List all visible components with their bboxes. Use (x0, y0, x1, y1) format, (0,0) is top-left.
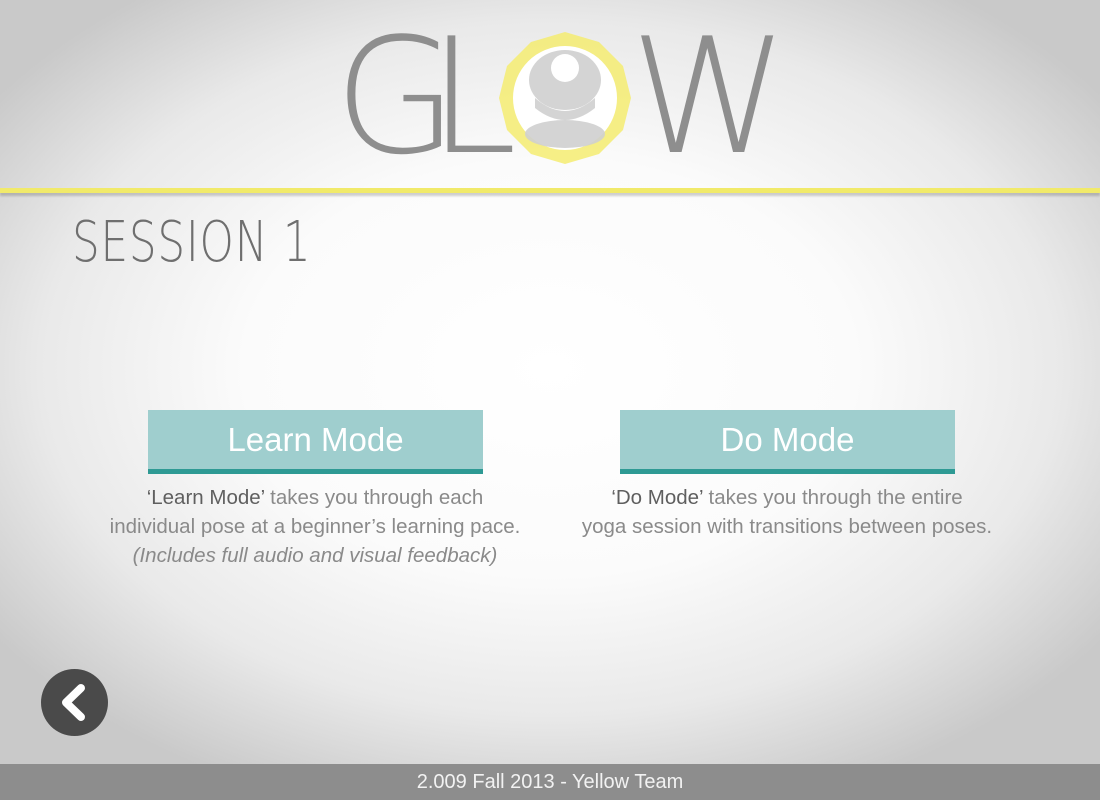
do-mode-desc-text: takes you through the entire (702, 486, 963, 509)
do-mode-desc-quote: ‘Do Mode’ (611, 486, 703, 509)
back-button[interactable] (41, 669, 108, 736)
learn-mode-desc-text: takes you through each (264, 486, 484, 509)
learn-mode-desc-note: (Includes full audio and visual feedback… (132, 544, 498, 567)
page-title: SESSION 1 (72, 210, 312, 275)
meditation-icon (499, 32, 631, 164)
header-divider (0, 188, 1100, 193)
chevron-left-icon (62, 684, 85, 721)
logo-letter-w: W (630, 3, 789, 190)
footer-text: 2.009 Fall 2013 - Yellow Team (416, 771, 684, 793)
do-mode-description: ‘Do Mode’ takes you through the entire y… (572, 483, 1002, 541)
do-mode-button[interactable]: Do Mode (620, 410, 955, 474)
app-logo: G L W (330, 17, 788, 177)
learn-mode-button[interactable]: Learn Mode (148, 410, 483, 474)
learn-mode-desc-line2: individual pose at a beginner’s learning… (109, 515, 521, 538)
learn-mode-description: ‘Learn Mode’ takes you through each indi… (100, 483, 530, 570)
learn-mode-desc-quote: ‘Learn Mode’ (146, 486, 265, 509)
footer-bar: 2.009 Fall 2013 - Yellow Team (0, 764, 1100, 800)
do-mode-desc-line2: yoga session with transitions between po… (581, 515, 993, 538)
